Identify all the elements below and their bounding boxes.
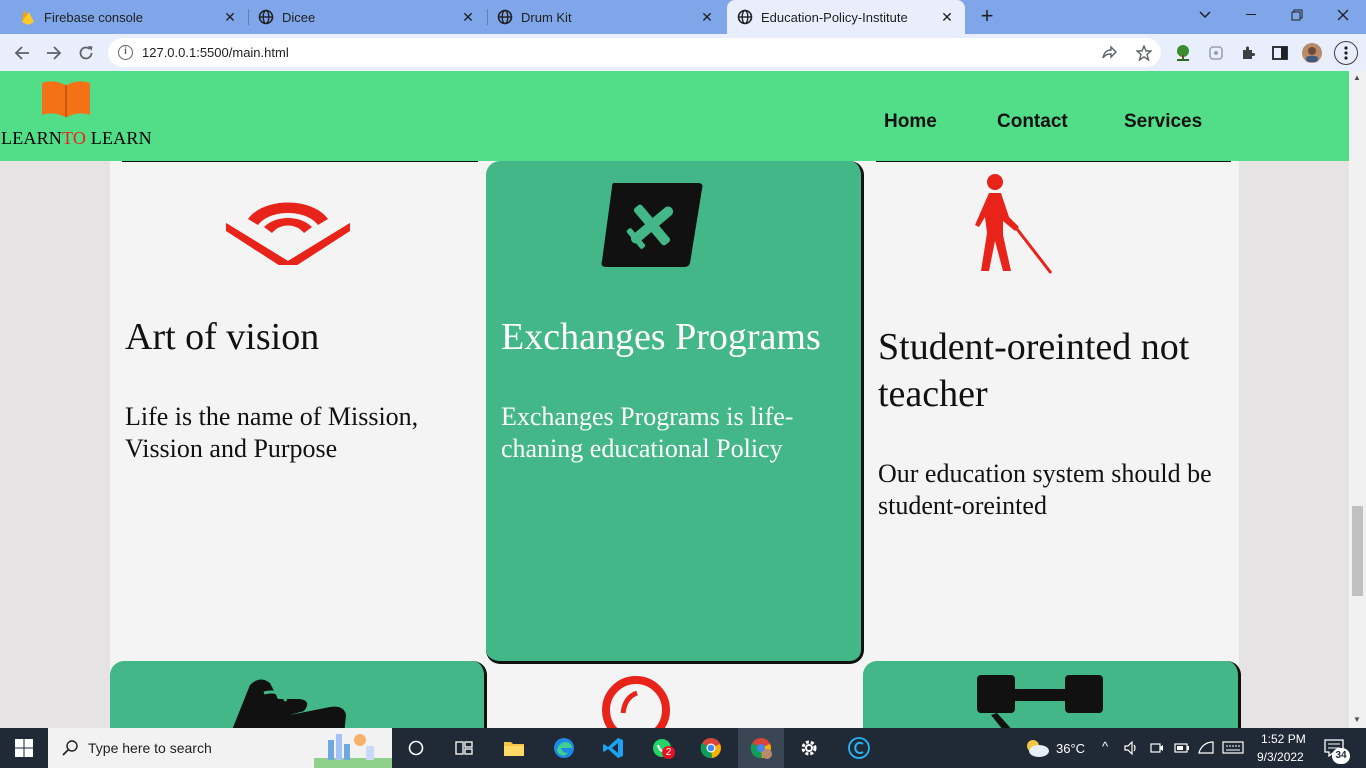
- close-tab-icon[interactable]: ✕: [939, 9, 955, 25]
- site-header: LEARNTO LEARN Home Contact Services: [0, 71, 1349, 161]
- nav-services[interactable]: Services: [1124, 111, 1202, 133]
- cortana-icon[interactable]: [402, 734, 430, 762]
- volume-icon[interactable]: [1124, 741, 1138, 755]
- close-window-button[interactable]: [1320, 0, 1366, 30]
- logo-text-part: LEARN: [1, 128, 62, 148]
- weather-icon[interactable]: [1024, 738, 1050, 758]
- tab-search-chevron-icon[interactable]: [1182, 0, 1228, 30]
- card-sign-language: [110, 661, 487, 728]
- nav-home[interactable]: Home: [884, 111, 937, 133]
- tab-title: Firebase console: [44, 9, 143, 25]
- search-placeholder: Type here to search: [88, 740, 212, 756]
- tab-education-policy-institute[interactable]: Education-Policy-Institute ✕: [727, 0, 965, 34]
- card-title: Student-oreinted not teacher: [878, 326, 1190, 415]
- new-tab-button[interactable]: +: [976, 5, 998, 28]
- close-tab-icon[interactable]: ✕: [222, 9, 238, 25]
- settings-gear-icon[interactable]: [795, 734, 823, 762]
- meet-now-icon[interactable]: [1150, 741, 1164, 755]
- card-title: Art of vision: [125, 316, 320, 358]
- cards-panel: Art of vision Life is the name of Missio…: [110, 161, 1241, 728]
- clock-time[interactable]: 1:52 PM: [1261, 732, 1306, 746]
- nav-contact[interactable]: Contact: [997, 111, 1068, 133]
- chrome-icon[interactable]: [697, 734, 725, 762]
- site-info-icon[interactable]: i: [118, 45, 133, 60]
- logo-text-part: LEARN: [86, 128, 152, 148]
- tab-title: Drum Kit: [521, 9, 572, 25]
- minimize-button[interactable]: [1228, 0, 1274, 30]
- url-text: 127.0.0.1:5500/main.html: [142, 45, 289, 60]
- windows-start-button[interactable]: [0, 728, 48, 768]
- weather-temperature: 36°C: [1056, 741, 1086, 756]
- tab-title: Education-Policy-Institute: [761, 9, 908, 25]
- scrollbar-thumb[interactable]: [1352, 506, 1363, 596]
- tray-overflow-chevron-icon[interactable]: ^: [1102, 739, 1108, 754]
- extensions-icon[interactable]: [1238, 43, 1258, 63]
- scroll-up-arrow-icon[interactable]: ▲: [1353, 73, 1361, 82]
- logo-text-accent: TO: [62, 128, 87, 148]
- globe-icon: [258, 9, 274, 25]
- tab-drum-kit[interactable]: Drum Kit ✕: [477, 0, 725, 34]
- reload-button[interactable]: [73, 40, 99, 66]
- card-text: Life is the name of Mission, Vission and…: [125, 402, 419, 463]
- blind-person-icon: [975, 174, 1053, 274]
- card-text: Exchanges Programs is life-chaning educa…: [501, 402, 794, 463]
- tab-dicee[interactable]: Dicee ✕: [238, 0, 486, 34]
- chrome-profile-icon[interactable]: [747, 734, 775, 762]
- card-exchanges-programs: Exchanges Programs Exchanges Programs is…: [486, 161, 864, 664]
- ring-icon: [602, 676, 670, 728]
- edge-icon[interactable]: [550, 734, 578, 762]
- share-icon[interactable]: [1100, 43, 1120, 63]
- vscode-icon[interactable]: [599, 734, 627, 762]
- card-title: Exchanges Programs: [501, 316, 821, 358]
- app-c-icon[interactable]: [845, 734, 873, 762]
- browser-toolbar: i 127.0.0.1:5500/main.html: [0, 34, 1366, 71]
- globe-icon: [497, 9, 513, 25]
- keyboard-icon[interactable]: [1222, 740, 1244, 754]
- clock-date[interactable]: 9/3/2022: [1257, 750, 1304, 764]
- wifi-icon[interactable]: [1198, 741, 1214, 755]
- tab-firebase-console[interactable]: Firebase console ✕: [0, 0, 248, 34]
- book-logo-icon: [42, 81, 90, 117]
- site-logo-text[interactable]: LEARNTO LEARN: [1, 128, 152, 149]
- forward-button[interactable]: [41, 40, 67, 66]
- windows-logo-icon: [15, 739, 33, 757]
- card-art-of-vision: Art of vision Life is the name of Missio…: [110, 161, 486, 661]
- close-tab-icon[interactable]: ✕: [460, 9, 476, 25]
- battery-icon[interactable]: [1174, 741, 1190, 755]
- task-view-icon[interactable]: [450, 734, 478, 762]
- windows-taskbar: Type here to search 2 36°C ^ 1:52 PM 9/3…: [0, 728, 1366, 768]
- scroll-down-arrow-icon[interactable]: ▼: [1353, 715, 1361, 724]
- browser-tab-strip: Firebase console ✕ Dicee ✕ Drum Kit ✕ Ed…: [0, 0, 1366, 34]
- extension-tree-icon[interactable]: [1173, 43, 1193, 63]
- taskbar-search-box[interactable]: Type here to search: [48, 728, 392, 768]
- page-scrollbar[interactable]: ▲ ▼: [1349, 71, 1366, 728]
- card-gavel: [863, 661, 1241, 728]
- firebase-icon: [20, 9, 36, 25]
- notification-count-badge: 34: [1332, 748, 1350, 764]
- profile-avatar[interactable]: [1302, 43, 1322, 63]
- search-icon: [62, 740, 78, 756]
- page-viewport: Art of vision Life is the name of Missio…: [0, 71, 1349, 728]
- file-explorer-icon[interactable]: [500, 734, 528, 762]
- sign-language-icon: [232, 679, 346, 728]
- close-tab-icon[interactable]: ✕: [699, 9, 715, 25]
- card-ring: [487, 661, 863, 728]
- card-student-oriented: Student-oreinted not teacher Our educati…: [863, 161, 1239, 661]
- tab-title: Dicee: [282, 9, 316, 25]
- side-panel-icon[interactable]: [1270, 43, 1290, 63]
- address-bar[interactable]: i 127.0.0.1:5500/main.html: [108, 38, 1161, 67]
- bookmark-star-icon[interactable]: [1134, 43, 1154, 63]
- globe-icon: [737, 9, 753, 25]
- audible-icon: [226, 202, 350, 265]
- whatsapp-badge: 2: [662, 746, 675, 759]
- card-text: Our education system should be student-o…: [878, 459, 1212, 520]
- extension-puzzle-gray-icon[interactable]: [1206, 43, 1226, 63]
- airplane-icon: [601, 183, 703, 267]
- search-highlight-illustration: [314, 734, 392, 768]
- restore-button[interactable]: [1274, 0, 1320, 30]
- browser-menu-icon[interactable]: [1334, 41, 1358, 65]
- gavel-icon: [977, 675, 1103, 728]
- back-button[interactable]: [9, 40, 35, 66]
- whatsapp-icon[interactable]: 2: [648, 734, 676, 762]
